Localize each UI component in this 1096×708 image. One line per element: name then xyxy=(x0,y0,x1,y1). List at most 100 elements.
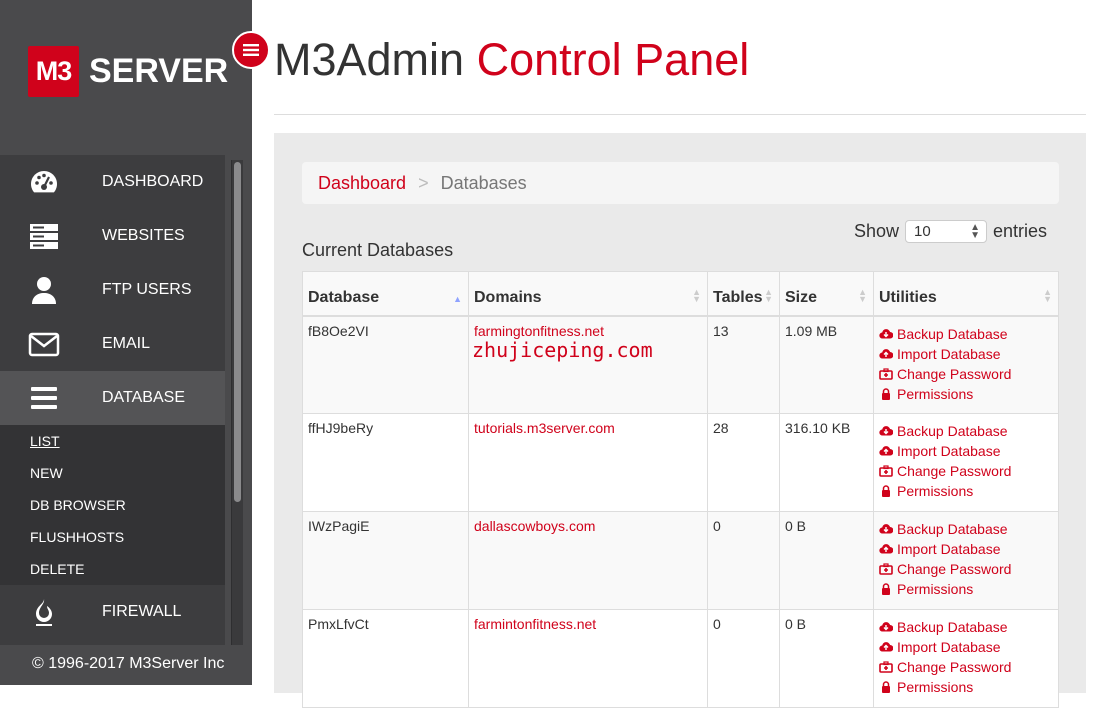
lock-icon xyxy=(879,583,897,595)
cell-database: PmxLfvCt xyxy=(302,609,469,708)
domain-link[interactable]: farmintonfitness.net xyxy=(474,616,596,632)
utility-label: Backup Database xyxy=(897,619,1008,635)
cell-database: ffHJ9beRy xyxy=(302,413,469,512)
table-row: fB8Oe2VI farmingtonfitness.net 13 1.09 MB Ba… xyxy=(302,315,1059,414)
sidebar-item-dashboard[interactable]: DASHBOARD xyxy=(0,155,225,209)
scrollbar-thumb[interactable] xyxy=(234,162,241,502)
lock-icon xyxy=(879,387,897,400)
table-row: PmxLfvCt farmintonfitness.net 0 0 B Backup D… xyxy=(302,609,1059,708)
column-header-tables[interactable]: Tables ▲ ▼ xyxy=(707,271,780,317)
breadcrumb-separator: > xyxy=(418,172,429,193)
sidebar: M3 SERVER DASHBOARD WEBSITES FTP USERS E… xyxy=(0,0,252,685)
lock-icon xyxy=(879,681,897,693)
sidebar-item-email[interactable]: EMAIL xyxy=(0,317,225,371)
bars-icon xyxy=(0,382,102,414)
column-header-utilities[interactable]: Utilities ▲ ▼ xyxy=(873,271,1059,317)
medkit-icon xyxy=(879,465,897,477)
import-database-link[interactable]: Import Database xyxy=(879,440,1053,462)
sidebar-scrollbar[interactable] xyxy=(231,160,243,645)
sort-both-icon: ▲ ▼ xyxy=(858,286,867,304)
sidebar-item-firewall[interactable]: FIREWALL xyxy=(0,585,225,639)
change-password-link[interactable]: Change Password xyxy=(879,460,1053,482)
column-header-label: Size xyxy=(785,288,818,306)
utility-label: Backup Database xyxy=(897,325,1008,342)
domain-link[interactable]: farmingtonfitness.net xyxy=(474,323,604,339)
table-header-row: Database ▲ Domains ▲ ▼ Tables ▲ ▼ Size ▲ ▼ Util… xyxy=(302,271,1059,317)
cell-size: 0 B xyxy=(779,609,874,708)
import-database-link[interactable]: Import Database xyxy=(879,636,1053,658)
sidebar-item-websites[interactable]: WEBSITES xyxy=(0,209,225,263)
change-password-link[interactable]: Change Password xyxy=(879,656,1053,678)
watermark-text: zhujiceping.com xyxy=(472,338,653,362)
cell-tables: 13 xyxy=(707,315,780,414)
sidebar-item-label: EMAIL xyxy=(102,335,151,352)
utility-label: Import Database xyxy=(897,443,1001,459)
permissions-link[interactable]: Permissions xyxy=(879,676,1053,698)
sidebar-item-ftp-users[interactable]: FTP USERS xyxy=(0,263,225,317)
sidebar-item-label: WEBSITES xyxy=(102,227,185,244)
menu-toggle-button[interactable] xyxy=(232,31,270,69)
cloud-upload-icon xyxy=(879,641,897,653)
hamburger-icon xyxy=(243,44,259,56)
flame-icon xyxy=(0,596,102,628)
cell-domain: dallascowboys.com xyxy=(468,511,708,610)
submenu-item-db-browser[interactable]: DB BROWSER xyxy=(0,489,225,521)
cell-domain: tutorials.m3server.com xyxy=(468,413,708,512)
cell-size: 316.10 KB xyxy=(779,413,874,512)
cell-utilities: Backup Database Import Database Change Pas… xyxy=(873,315,1059,414)
cell-database: IWzPagiE xyxy=(302,511,469,610)
permissions-link[interactable]: Permissions xyxy=(879,578,1053,600)
permissions-link[interactable]: Permissions xyxy=(879,480,1053,502)
column-header-domains[interactable]: Domains ▲ ▼ xyxy=(468,271,708,317)
user-icon xyxy=(0,274,102,306)
section-title: Current Databases xyxy=(302,240,454,260)
cell-size: 1.09 MB xyxy=(779,315,874,414)
utility-label: Permissions xyxy=(897,385,974,402)
entries-select[interactable]: 10 ▲ ▼ xyxy=(905,220,988,243)
column-header-label: Domains xyxy=(474,288,542,306)
breadcrumb-dashboard-link[interactable]: Dashboard xyxy=(318,173,406,194)
cell-database: fB8Oe2VI xyxy=(302,315,469,414)
cell-utilities: Backup Database Import Database Change Pas… xyxy=(873,511,1059,610)
medkit-icon xyxy=(879,367,897,380)
logo-text: SERVER xyxy=(89,51,229,90)
submenu-item-flushhosts[interactable]: FLUSHHOSTS xyxy=(0,521,225,553)
domain-link[interactable]: tutorials.m3server.com xyxy=(474,420,615,436)
sidebar-item-database[interactable]: DATABASE xyxy=(0,371,225,425)
domain-link[interactable]: dallascowboys.com xyxy=(474,518,595,534)
server-stack-icon xyxy=(0,220,102,252)
change-password-link[interactable]: Change Password xyxy=(879,363,1053,385)
utility-label: Permissions xyxy=(897,483,974,499)
select-arrows-icon: ▲ ▼ xyxy=(970,221,981,241)
envelope-icon xyxy=(0,328,102,360)
submenu-item-list[interactable]: LIST xyxy=(0,425,225,457)
backup-database-link[interactable]: Backup Database xyxy=(879,518,1053,540)
import-database-link[interactable]: Import Database xyxy=(879,538,1053,560)
sort-both-icon: ▲ ▼ xyxy=(692,286,701,304)
page-title-accent: Control Panel xyxy=(476,34,750,85)
submenu-item-delete[interactable]: DELETE xyxy=(0,553,225,585)
utility-label: Change Password xyxy=(897,561,1012,577)
table-row: ffHJ9beRy tutorials.m3server.com 28 316.10 … xyxy=(302,413,1059,512)
column-header-database[interactable]: Database ▲ xyxy=(302,271,469,317)
backup-database-link[interactable]: Backup Database xyxy=(879,323,1053,345)
title-divider xyxy=(274,114,1086,115)
backup-database-link[interactable]: Backup Database xyxy=(879,616,1053,638)
cell-domain: farmingtonfitness.net xyxy=(468,315,708,414)
import-database-link[interactable]: Import Database xyxy=(879,343,1053,365)
utility-label: Backup Database xyxy=(897,423,1008,439)
cloud-upload-icon xyxy=(879,445,897,457)
sidebar-item-label: DATABASE xyxy=(102,389,185,406)
page-title: M3Admin Control Panel xyxy=(274,34,749,86)
submenu-item-new[interactable]: NEW xyxy=(0,457,225,489)
utility-label: Import Database xyxy=(897,639,1001,655)
utility-label: Permissions xyxy=(897,581,974,597)
backup-database-link[interactable]: Backup Database xyxy=(879,420,1053,442)
change-password-link[interactable]: Change Password xyxy=(879,558,1053,580)
sort-asc-icon: ▲ xyxy=(453,293,462,304)
column-header-size[interactable]: Size ▲ ▼ xyxy=(779,271,874,317)
cloud-upload-icon xyxy=(879,348,897,360)
cloud-download-icon xyxy=(879,328,897,340)
brand-logo[interactable]: M3 SERVER xyxy=(28,45,228,97)
permissions-link[interactable]: Permissions xyxy=(879,383,1053,405)
